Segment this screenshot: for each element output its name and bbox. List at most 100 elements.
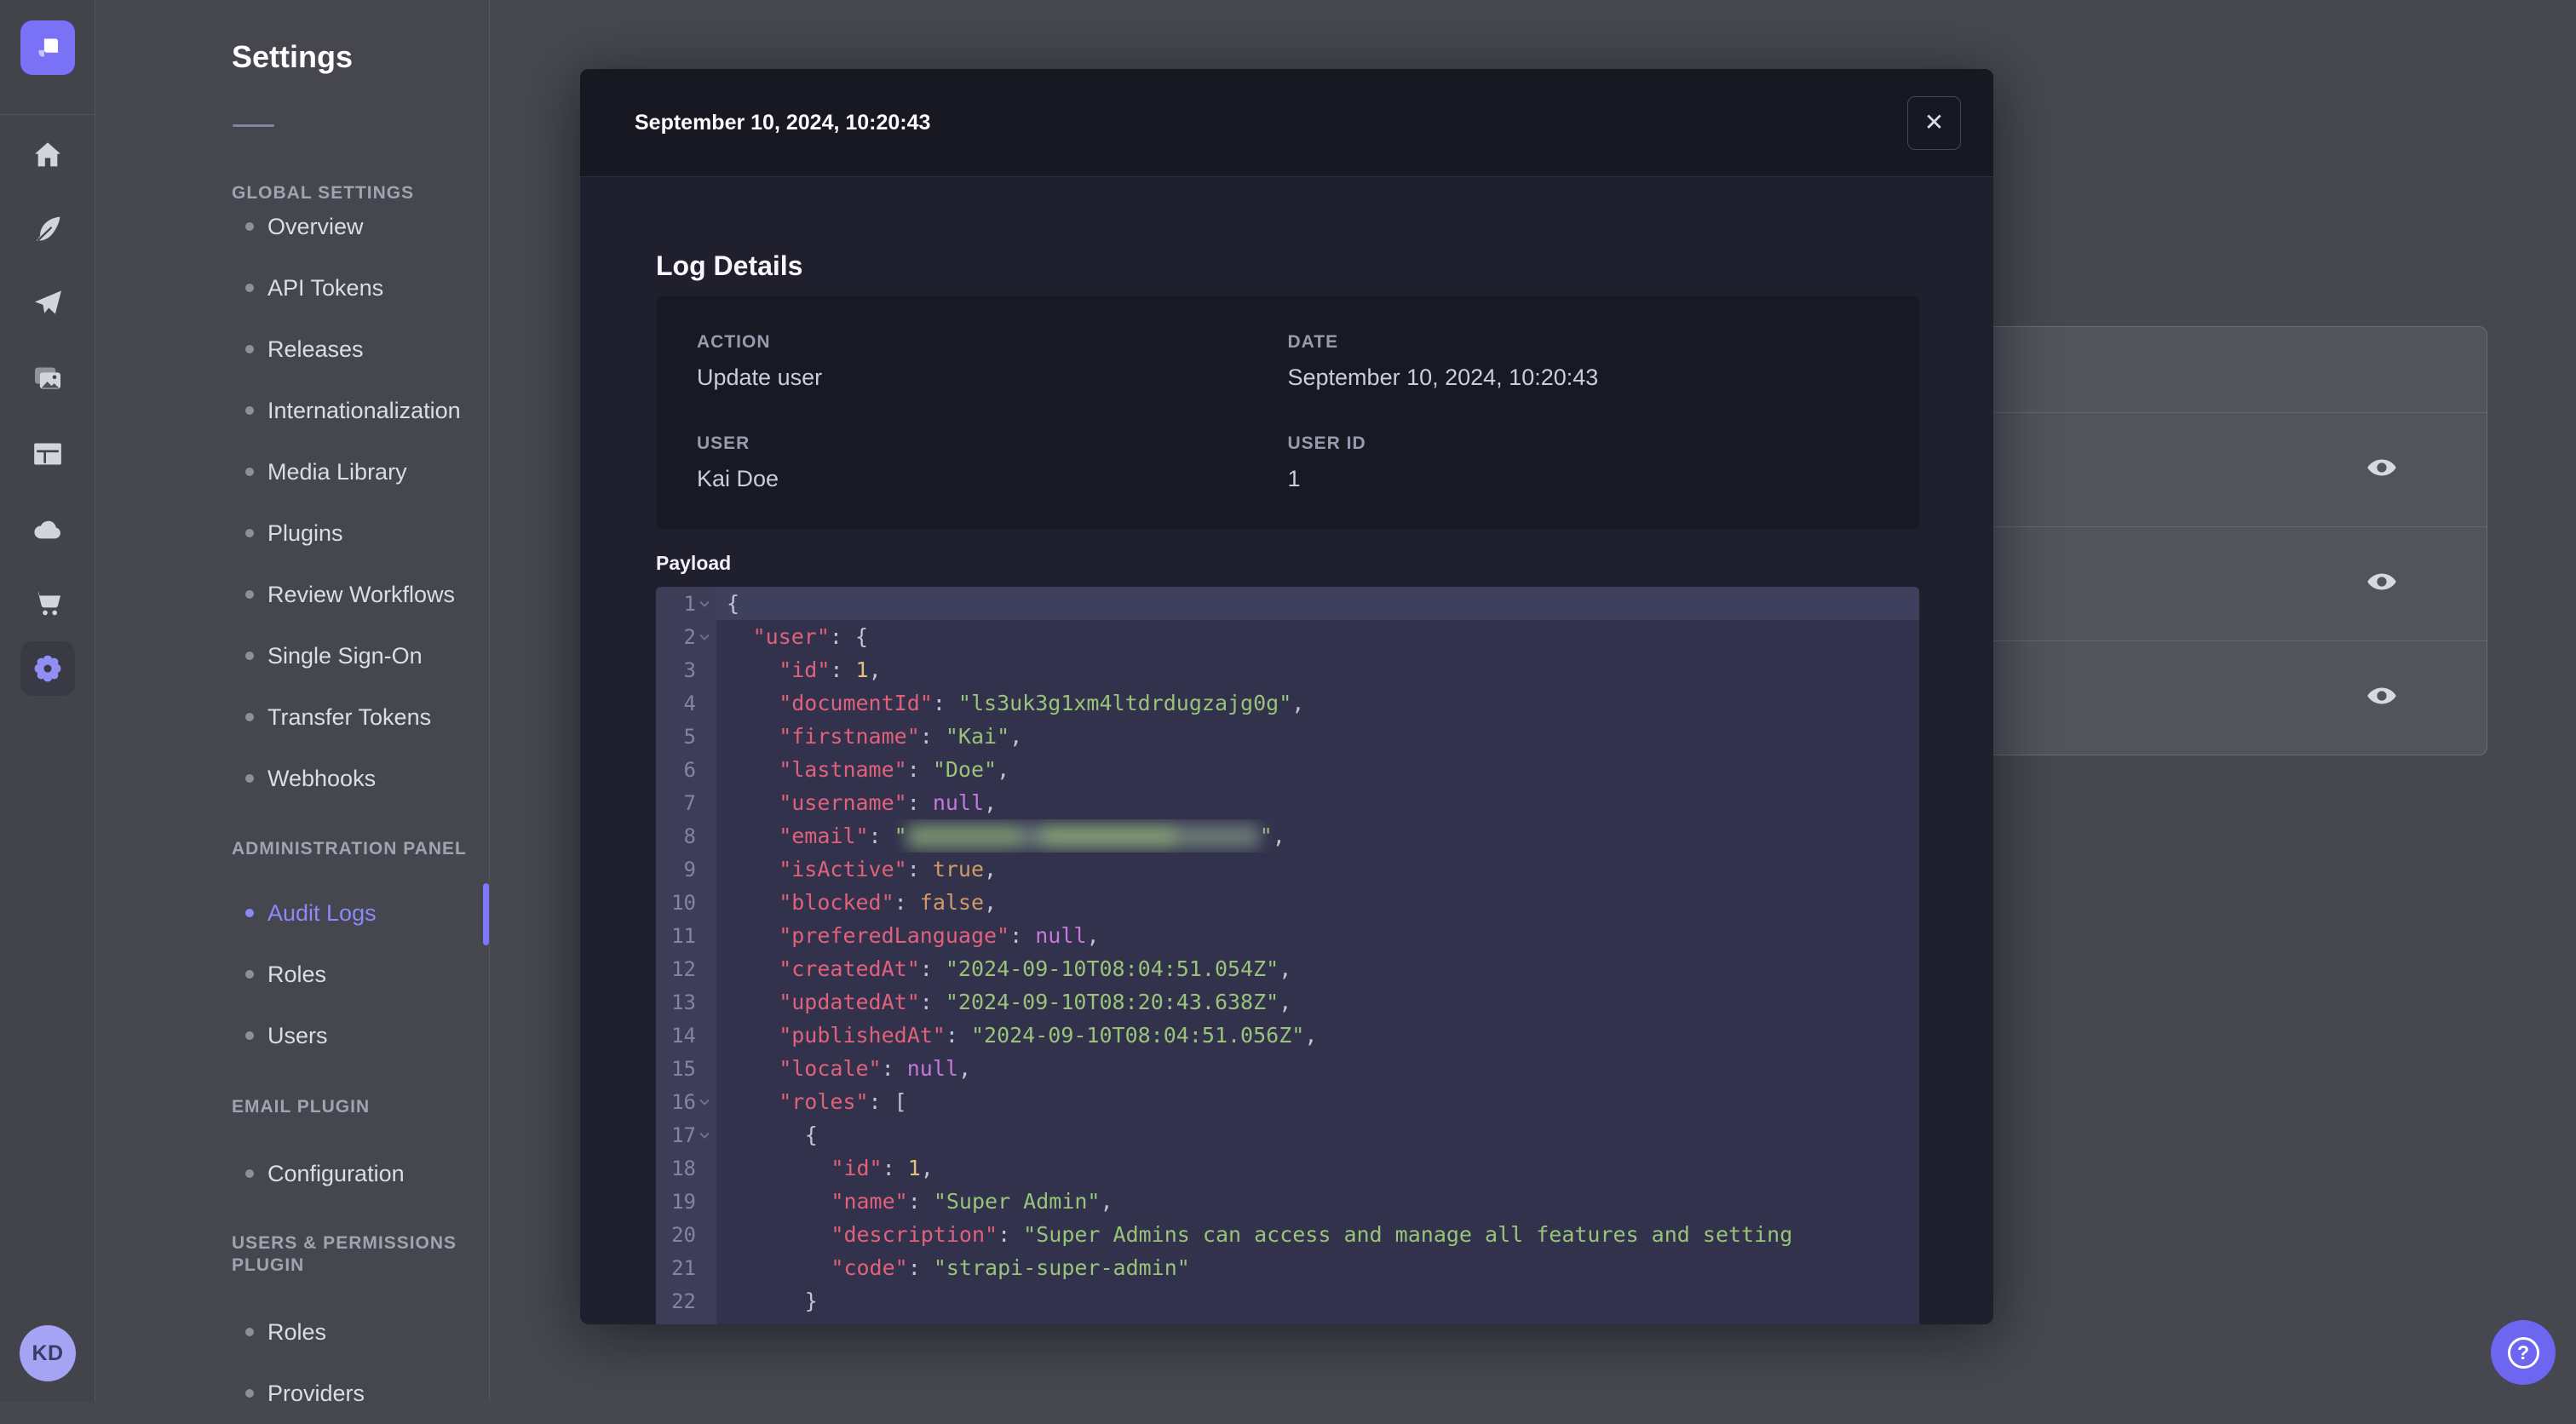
- line-number: 13: [671, 990, 696, 1014]
- view-log-button[interactable]: [2364, 566, 2400, 602]
- token-p: :: [919, 724, 946, 749]
- detail-label: DATE: [1287, 332, 1339, 352]
- code-content: "publishedAt": "2024-09-10T08:04:51.056Z…: [716, 1019, 1919, 1052]
- line-number: 21: [671, 1255, 696, 1280]
- sidebar-item-single-sign-on[interactable]: Single Sign-On: [95, 625, 490, 686]
- sidebar-item-audit-logs[interactable]: Audit Logs: [95, 882, 490, 944]
- token-p: ,: [1279, 990, 1292, 1014]
- detail-user: USER Kai Doe: [697, 434, 1288, 492]
- token-p: :: [868, 824, 894, 848]
- bullet-icon: [245, 970, 254, 979]
- code-content: "locale": null,: [716, 1052, 1919, 1085]
- detail-value: Kai Doe: [697, 466, 779, 491]
- rail-item-cloud[interactable]: [0, 502, 95, 557]
- rail-item-settings[interactable]: [20, 641, 75, 696]
- sidebar-item-label: Providers: [267, 1380, 365, 1406]
- rail-item-paper-plane[interactable]: [0, 275, 95, 330]
- sidebar-item-media-library[interactable]: Media Library: [95, 441, 490, 502]
- token-p: ,: [984, 890, 998, 915]
- payload-code-viewer[interactable]: 1{2 "user": {3 "id": 1, 4 "documentId": "ls3…: [656, 587, 1919, 1324]
- line-number: 2: [683, 624, 696, 649]
- rail-item-layout[interactable]: [0, 427, 95, 481]
- rail-item-home[interactable]: [0, 128, 95, 182]
- sidebar-item-api-tokens[interactable]: API Tokens: [95, 257, 490, 319]
- token-p: :: [881, 1056, 907, 1081]
- sidebar-item-webhooks[interactable]: Webhooks: [95, 748, 490, 809]
- line-number: 5: [683, 724, 696, 749]
- bullet-icon: [245, 345, 254, 353]
- view-log-button[interactable]: [2364, 680, 2400, 716]
- line-number-gutter: 3: [656, 653, 716, 686]
- sidebar-section-global-settings: GLOBAL SETTINGS Overview API Tokens Release…: [95, 182, 490, 809]
- sidebar-section-administration-panel: ADMINISTRATION PANEL Audit Logs Roles Users: [95, 838, 490, 1066]
- gear-icon: [30, 651, 66, 686]
- sidebar-item-configuration[interactable]: Configuration: [95, 1143, 490, 1204]
- token-n: 1: [855, 657, 869, 682]
- token-p: ,: [868, 657, 882, 682]
- sidebar-item-internationalization[interactable]: Internationalization: [95, 380, 490, 441]
- line-number: 17: [671, 1123, 696, 1147]
- token-s: "Doe": [932, 757, 998, 782]
- detail-label: ACTION: [697, 332, 771, 352]
- token-k: "user": [752, 624, 830, 649]
- token-p: :: [907, 1189, 934, 1214]
- close-button[interactable]: ✕: [1907, 95, 1961, 150]
- code-content: "documentId": "ls3uk3g1xm4ltdrdugzajg0g"…: [716, 686, 1919, 720]
- fold-chevron-icon[interactable]: [696, 633, 713, 641]
- bullet-icon: [245, 1389, 254, 1398]
- code-line: 19 "name": "Super Admin",: [656, 1185, 1919, 1218]
- redacted-email-value: [906, 824, 1260, 848]
- token-u: null: [932, 790, 985, 815]
- feather-icon: [31, 212, 65, 246]
- detail-value: September 10, 2024, 10:20:43: [1287, 365, 1599, 390]
- token-k: "code": [831, 1255, 908, 1280]
- section-label: EMAIL PLUGIN: [232, 1097, 371, 1117]
- sidebar-item-users[interactable]: Users: [95, 1005, 490, 1066]
- bullet-icon: [245, 774, 254, 783]
- rail-item-media-library[interactable]: [0, 351, 95, 405]
- log-details-heading: Log Details: [656, 250, 803, 281]
- token-k: "name": [831, 1189, 908, 1214]
- code-line: 23]: [656, 1318, 1919, 1324]
- line-number: 14: [671, 1023, 696, 1048]
- sidebar-item-transfer-tokens[interactable]: Transfer Tokens: [95, 686, 490, 748]
- line-number-gutter: 19: [656, 1185, 716, 1218]
- modal-header: September 10, 2024, 10:20:43 ✕: [580, 69, 1993, 177]
- settings-sidebar: Settings GLOBAL SETTINGS Overview API Toke…: [95, 0, 490, 1406]
- token-k: "lastname": [779, 757, 907, 782]
- code-content: "username": null,: [716, 786, 1919, 819]
- sidebar-item-providers[interactable]: Providers: [95, 1363, 490, 1424]
- sidebar-item-review-workflows[interactable]: Review Workflows: [95, 564, 490, 625]
- sidebar-item-label: Single Sign-On: [267, 642, 423, 669]
- view-log-button[interactable]: [2364, 452, 2400, 488]
- close-icon: ✕: [1923, 109, 1945, 135]
- bullet-icon: [245, 222, 254, 231]
- rail-item-cart[interactable]: [0, 576, 95, 630]
- fold-chevron-icon[interactable]: [696, 1098, 713, 1106]
- line-number-gutter: 22: [656, 1284, 716, 1318]
- code-content: "id": 1,: [716, 1151, 1919, 1185]
- fold-chevron-icon[interactable]: [696, 600, 713, 608]
- code-content: "name": "Super Admin",: [716, 1185, 1919, 1218]
- sidebar-item-releases[interactable]: Releases: [95, 319, 490, 380]
- title-divider: [233, 124, 274, 127]
- log-details-card: ACTION Update user DATE September 10, 2024,…: [656, 296, 1919, 530]
- modal-title: September 10, 2024, 10:20:43: [635, 110, 931, 135]
- rail-item-feather[interactable]: [0, 202, 95, 256]
- sidebar-item-overview[interactable]: Overview: [95, 196, 490, 257]
- line-number: 10: [671, 890, 696, 915]
- user-avatar[interactable]: KD: [20, 1325, 76, 1381]
- strapi-logo[interactable]: [20, 20, 75, 75]
- cart-icon: [31, 586, 65, 620]
- page-title: Settings: [232, 39, 354, 74]
- sidebar-item-roles[interactable]: Roles: [95, 944, 490, 1005]
- line-number-gutter: 15: [656, 1052, 716, 1085]
- token-k: "locale": [779, 1056, 882, 1081]
- line-number: 18: [671, 1156, 696, 1180]
- sidebar-item-plugins[interactable]: Plugins: [95, 502, 490, 564]
- token-p: :: [919, 990, 946, 1014]
- help-button[interactable]: ?: [2491, 1320, 2556, 1385]
- sidebar-section-email-plugin: EMAIL PLUGIN Configuration: [95, 1096, 490, 1204]
- sidebar-item-roles[interactable]: Roles: [95, 1301, 490, 1363]
- fold-chevron-icon[interactable]: [696, 1131, 713, 1140]
